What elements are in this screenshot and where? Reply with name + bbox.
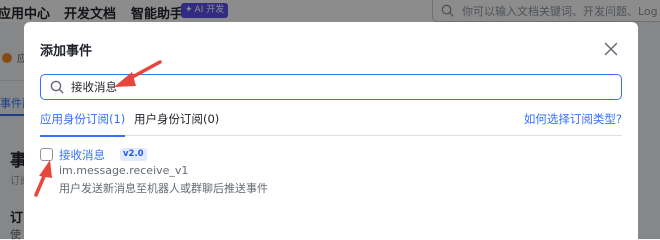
tab-user-identity[interactable]: 用户身份订阅(0) xyxy=(134,110,219,136)
add-event-dialog: 添加事件 应用身份订阅(1) 用户身份订阅(0) 如何选择订阅类型? 接收消息 … xyxy=(24,22,638,240)
subscription-tabs: 应用身份订阅(1) 用户身份订阅(0) 如何选择订阅类型? xyxy=(40,110,622,137)
search-icon xyxy=(50,80,64,94)
version-badge: v2.0 xyxy=(120,148,147,161)
dialog-title: 添加事件 xyxy=(40,44,93,59)
tab-app-identity[interactable]: 应用身份订阅(1) xyxy=(40,110,126,137)
event-name-link[interactable]: 接收消息 xyxy=(59,147,105,163)
event-key: im.message.receive_v1 xyxy=(59,164,189,177)
event-checkbox[interactable] xyxy=(40,148,53,161)
event-list-item: 接收消息 v2.0 im.message.receive_v1 用户发送新消息至… xyxy=(40,146,600,198)
event-description: 用户发送新消息至机器人或群聊后推送事件 xyxy=(59,182,268,195)
event-search-box[interactable] xyxy=(40,74,622,100)
close-icon[interactable] xyxy=(602,40,620,58)
subscription-type-help-link[interactable]: 如何选择订阅类型? xyxy=(524,110,622,128)
event-search-input[interactable] xyxy=(71,76,621,98)
